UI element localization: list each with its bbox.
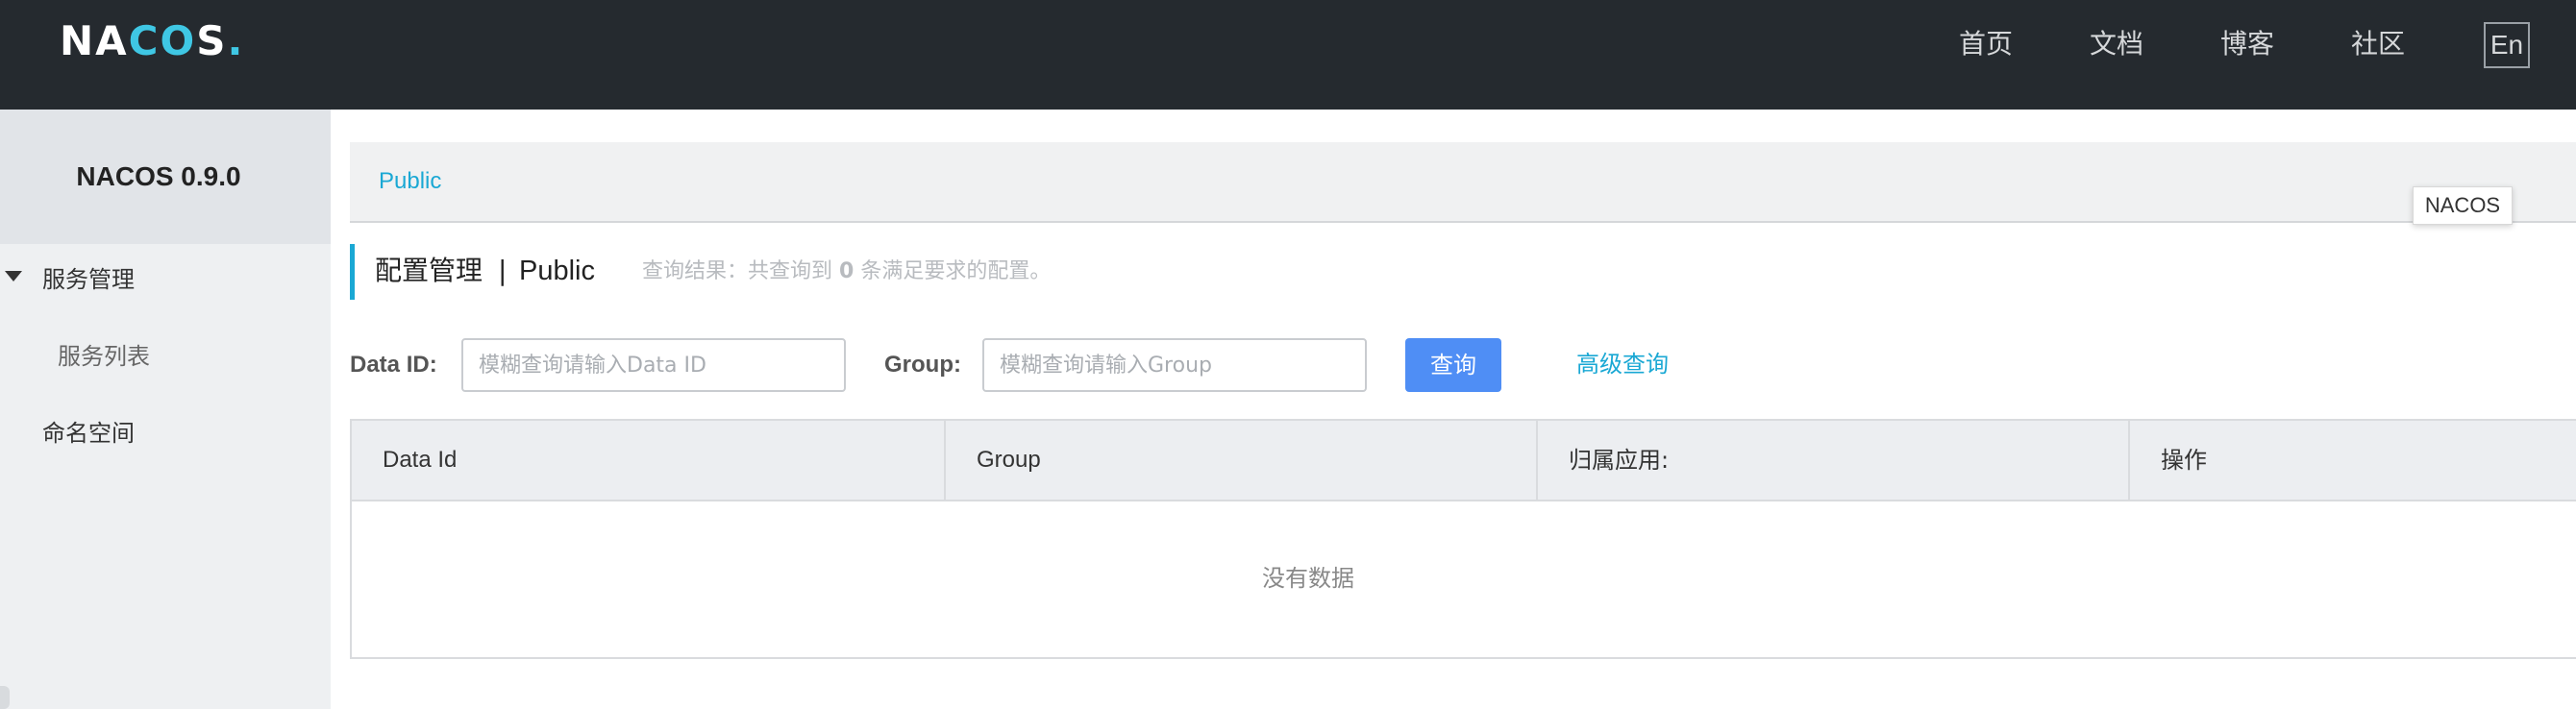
title-separator: | [498,255,508,286]
namespace-public-link[interactable]: Public [379,165,441,198]
sidebar-title: NACOS 0.9.0 [76,161,241,191]
sidebar-collapse-handle[interactable] [0,686,10,709]
nav-community-link[interactable]: 社区 [2351,25,2405,63]
nacos-logo[interactable]: NACOS. [60,19,244,63]
data-id-label: Data ID: [350,352,437,378]
sidebar-item-service-list[interactable]: 服务列表 [58,340,150,373]
page-title: 配置管理 [375,255,483,286]
column-header-group[interactable]: Group [946,421,1538,500]
table-empty-message: 没有数据 [1262,565,1354,592]
nav-docs-link[interactable]: 文档 [2090,25,2143,63]
language-switch-button[interactable]: En [2484,22,2530,68]
top-navbar: NACOS. 首页 文档 博客 社区 En [0,0,2576,110]
summary-count: 0 [839,259,855,283]
column-header-data-id[interactable]: Data Id [352,421,946,500]
config-table: Data Id Group 归属应用: 操作 没有数据 [350,419,2576,659]
summary-suffix: 条满足要求的配置。 [860,259,1052,283]
caret-down-icon[interactable] [5,271,22,281]
group-label: Group: [884,352,961,378]
column-header-actions: 操作 [2161,447,2207,474]
query-summary: 查询结果：共查询到 0 条满足要求的配置。 [642,257,1051,286]
sidebar-item-service-management[interactable]: 服务管理 [42,263,135,296]
summary-prefix: 查询结果：共查询到 [642,259,833,283]
nav-blog-link[interactable]: 博客 [2220,25,2274,63]
nav-home-link[interactable]: 首页 [1959,25,2013,63]
sidebar-header: NACOS 0.9.0 [0,110,331,244]
group-input[interactable] [982,338,1367,392]
namespace-tooltip: NACOS [2413,186,2513,225]
advanced-query-link[interactable]: 高级查询 [1576,348,1669,380]
data-id-input[interactable] [461,338,846,392]
table-header: Data Id Group 归属应用: 操作 [352,421,2576,501]
title-accent-bar [350,244,355,300]
column-header-app[interactable]: 归属应用: [1538,421,2130,500]
sidebar: NACOS 0.9.0 服务管理 服务列表 命名空间 [0,110,331,709]
sidebar-item-namespace[interactable]: 命名空间 [42,417,135,450]
page-namespace: Public [519,256,595,286]
query-button[interactable]: 查询 [1405,338,1501,392]
namespace-bar: Public [350,142,2576,223]
